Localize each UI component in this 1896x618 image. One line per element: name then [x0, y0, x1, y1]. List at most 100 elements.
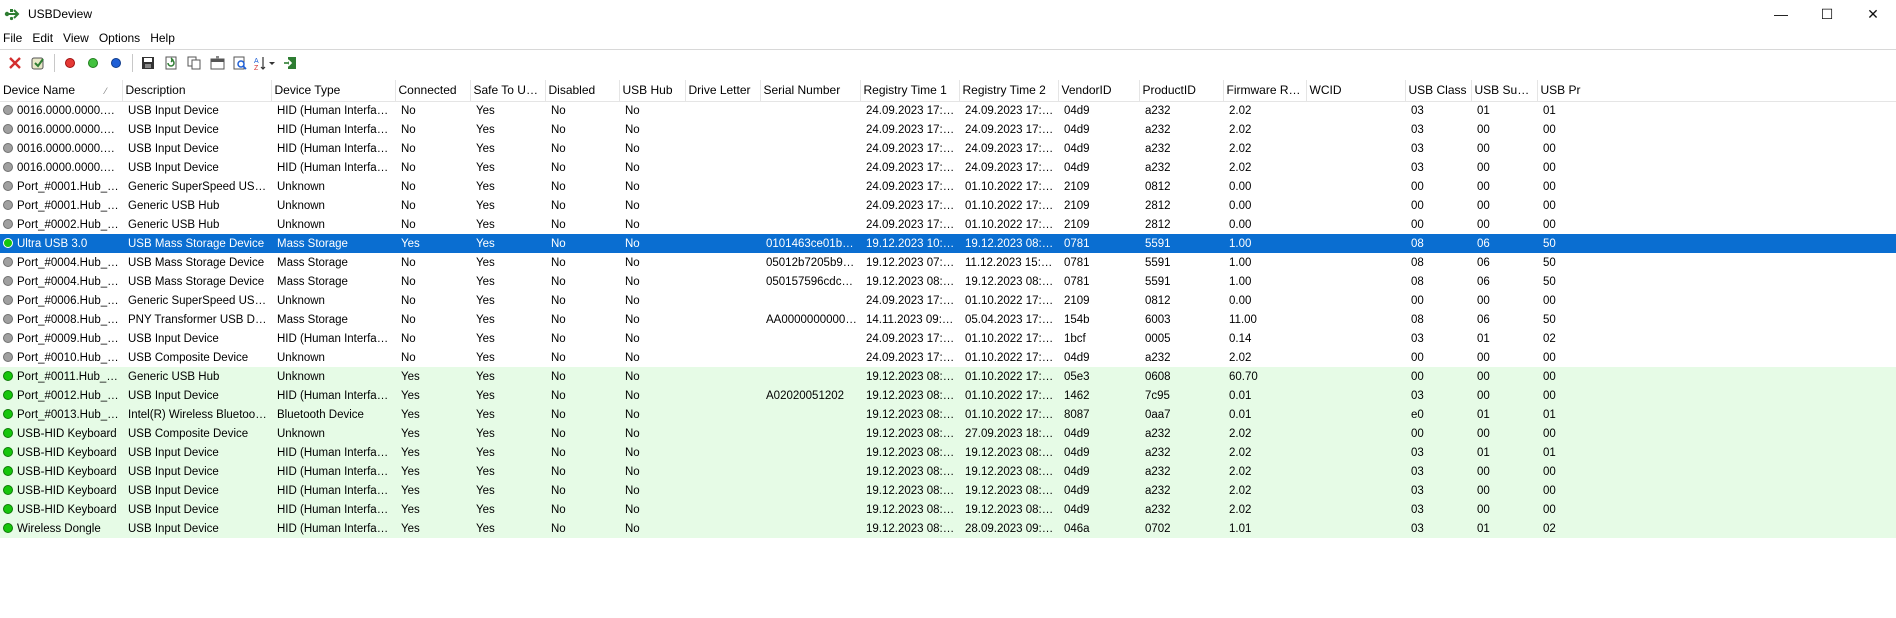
cell-text: 00: [1411, 427, 1424, 440]
table-row[interactable]: Port_#0012.Hub_#0002 USB Input Device HID …: [0, 386, 1896, 405]
table-cell: 0812: [1139, 177, 1223, 196]
save-button[interactable]: [137, 52, 159, 74]
table-cell: No: [545, 139, 619, 158]
column-header[interactable]: Registry Time 1: [860, 80, 960, 102]
table-row[interactable]: USB-HID Keyboard USB Input Device HID (Hum…: [0, 462, 1896, 481]
table-cell: No: [545, 329, 619, 348]
column-header[interactable]: Connected: [395, 80, 471, 102]
table-row[interactable]: Wireless Dongle USB Input Device HID (Huma…: [0, 519, 1896, 538]
column-header[interactable]: Registry Time 2: [959, 80, 1059, 102]
table-row[interactable]: Port_#0004.Hub_#0003 USB Mass Storage Dev…: [0, 253, 1896, 272]
table-cell: a232: [1139, 120, 1223, 139]
copy-button[interactable]: [183, 52, 205, 74]
maximize-button[interactable]: ☐: [1804, 0, 1850, 28]
enable-button[interactable]: [82, 52, 104, 74]
table-row[interactable]: USB-HID Keyboard USB Input Device HID (Hum…: [0, 481, 1896, 500]
table-row[interactable]: Port_#0011.Hub_#0002 Generic USB Hub Unkno…: [0, 367, 1896, 386]
column-header[interactable]: USB Hub: [619, 80, 686, 102]
table-cell: No: [619, 348, 685, 367]
cell-text: No: [551, 104, 566, 117]
table-cell: Port_#0010.Hub_#0002: [0, 348, 122, 367]
table-row[interactable]: 0016.0000.0000.010.00... USB Input Device…: [0, 101, 1896, 120]
menu-file[interactable]: File: [0, 28, 28, 48]
properties-window-button[interactable]: [206, 52, 228, 74]
table-row[interactable]: Port_#0006.Hub_#0003 Generic SuperSpeed U…: [0, 291, 1896, 310]
cell-text: USB-HID Keyboard: [17, 484, 117, 497]
column-header[interactable]: Device Name ⁄: [0, 80, 123, 102]
exit-button[interactable]: [279, 52, 301, 74]
table-cell: Yes: [470, 329, 545, 348]
column-header-label: USB Hub: [622, 83, 673, 98]
table-cell: [1306, 196, 1405, 215]
device-list[interactable]: Device Name ⁄ Description Device Type Connec…: [0, 80, 1896, 618]
table-row[interactable]: 0016.0000.0000.010.00... USB Input Device…: [0, 139, 1896, 158]
disable-enable-button[interactable]: [105, 52, 127, 74]
column-header[interactable]: Drive Letter: [685, 80, 761, 102]
uninstall-button[interactable]: [4, 52, 26, 74]
cell-text: Port_#0009.Hub_#0002: [17, 332, 122, 345]
table-cell: Yes: [470, 519, 545, 538]
table-row[interactable]: 0016.0000.0000.010.00... USB Input Device…: [0, 158, 1896, 177]
table-row[interactable]: Port_#0008.Hub_#0003 PNY Transformer USB …: [0, 310, 1896, 329]
menu-help[interactable]: Help: [146, 28, 181, 48]
table-row[interactable]: USB-HID Keyboard USB Input Device HID (Hum…: [0, 443, 1896, 462]
table-cell: Mass Storage: [271, 253, 395, 272]
table-row[interactable]: Port_#0001.Hub_#0004 Generic SuperSpeed U…: [0, 177, 1896, 196]
column-header[interactable]: USB SubCl...: [1471, 80, 1538, 102]
table-cell: No: [545, 405, 619, 424]
menu-view[interactable]: View: [59, 28, 95, 48]
minimize-button[interactable]: —: [1758, 0, 1804, 28]
column-header[interactable]: USB Pr: [1537, 80, 1896, 102]
table-cell: 60.70: [1223, 367, 1306, 386]
table-row[interactable]: USB-HID Keyboard USB Composite Device Unkn…: [0, 424, 1896, 443]
disable-button[interactable]: [59, 52, 81, 74]
table-cell: No: [545, 367, 619, 386]
cell-text: 08: [1411, 237, 1424, 250]
column-header[interactable]: Disabled: [545, 80, 620, 102]
properties-button[interactable]: [27, 52, 49, 74]
cell-text: No: [401, 218, 416, 231]
column-header[interactable]: WCID: [1306, 80, 1406, 102]
column-header[interactable]: USB Class: [1405, 80, 1472, 102]
column-header[interactable]: VendorID: [1058, 80, 1140, 102]
table-cell: 11.00: [1223, 310, 1306, 329]
table-row[interactable]: Port_#0013.Hub_#0002 Intel(R) Wireless Bl…: [0, 405, 1896, 424]
cell-text: 01.10.2022 17:16:44: [965, 199, 1058, 212]
column-header[interactable]: Safe To Unpl...: [470, 80, 546, 102]
table-row[interactable]: Port_#0009.Hub_#0002 USB Input Device HID …: [0, 329, 1896, 348]
table-row[interactable]: Port_#0010.Hub_#0002 USB Composite Device…: [0, 348, 1896, 367]
table-row[interactable]: Ultra USB 3.0 USB Mass Storage Device Mass…: [0, 234, 1896, 253]
column-header[interactable]: Description: [122, 80, 272, 102]
table-row[interactable]: USB-HID Keyboard USB Input Device HID (Hum…: [0, 500, 1896, 519]
sort-button[interactable]: AZ: [252, 52, 278, 74]
table-cell: 04d9: [1058, 481, 1139, 500]
cell-text: 00: [1477, 161, 1490, 174]
column-header[interactable]: ProductID: [1139, 80, 1224, 102]
disconnected-status-icon: [3, 199, 13, 210]
table-row[interactable]: Port_#0001.Hub_#0005 Generic USB Hub Unkno…: [0, 196, 1896, 215]
refresh-button[interactable]: [160, 52, 182, 74]
table-row[interactable]: Port_#0002.Hub_#0003 Generic USB Hub Unkno…: [0, 215, 1896, 234]
column-header[interactable]: Firmware Revis...: [1223, 80, 1307, 102]
cell-text: No: [625, 256, 640, 269]
close-button[interactable]: ✕: [1850, 0, 1896, 28]
table-cell: [760, 500, 860, 519]
column-header[interactable]: Serial Number: [760, 80, 861, 102]
table-cell: 03: [1405, 101, 1471, 120]
cell-text: 00: [1543, 427, 1556, 440]
menu-edit[interactable]: Edit: [28, 28, 59, 48]
menu-options[interactable]: Options: [95, 28, 146, 48]
cell-text: 00: [1543, 503, 1556, 516]
table-cell: 19.12.2023 08:56:39: [959, 481, 1058, 500]
table-cell: [685, 177, 760, 196]
cell-text: Yes: [401, 446, 420, 459]
find-button[interactable]: [229, 52, 251, 74]
usb-app-icon: [4, 6, 20, 22]
table-cell: No: [619, 253, 685, 272]
table-row[interactable]: Port_#0004.Hub_#0003 USB Mass Storage Dev…: [0, 272, 1896, 291]
table-row[interactable]: 0016.0000.0000.010.00... USB Input Device…: [0, 120, 1896, 139]
table-cell: USB Input Device: [122, 462, 271, 481]
column-header[interactable]: Device Type: [271, 80, 396, 102]
cell-text: No: [625, 180, 640, 193]
table-cell: No: [545, 101, 619, 120]
